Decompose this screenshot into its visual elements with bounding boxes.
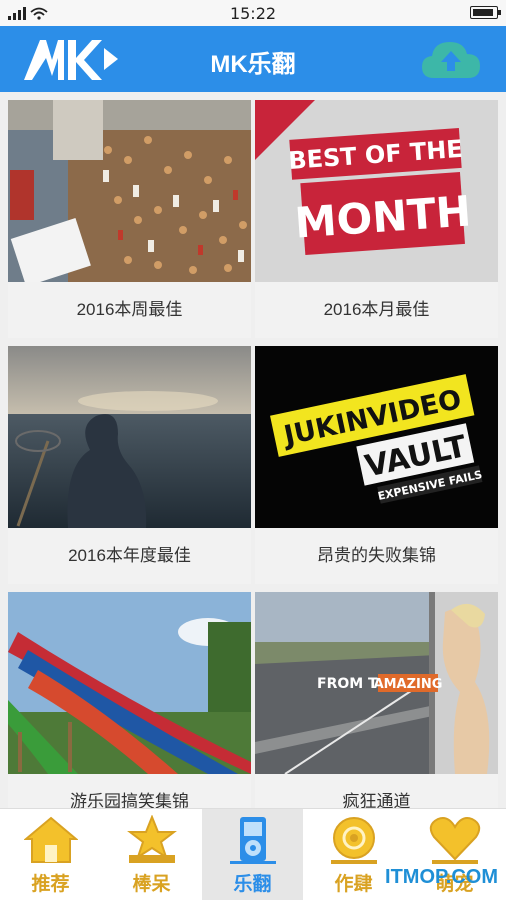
cloud-upload-icon[interactable] bbox=[420, 38, 482, 80]
thumb-text-line2: AMAZING bbox=[374, 677, 443, 692]
tab-recommend[interactable]: 推荐 bbox=[0, 809, 101, 900]
video-title: 2016本月最佳 bbox=[255, 282, 498, 338]
status-time: 15:22 bbox=[229, 4, 277, 23]
status-bar: 15:22 bbox=[0, 0, 506, 26]
video-title: 2016本周最佳 bbox=[8, 282, 251, 338]
video-title: 2016本年度最佳 bbox=[8, 528, 251, 584]
video-card[interactable]: JUKINVIDEO VAULT EXPENSIVE FAILS 昂贵的失败集锦 bbox=[255, 346, 498, 584]
crowd-street-thumbnail bbox=[8, 100, 251, 282]
app-header: MK乐翻 bbox=[0, 26, 506, 92]
video-title: 疯狂通道 bbox=[255, 774, 498, 808]
race-track-thumbnail: FROM THE AMAZING bbox=[255, 592, 498, 774]
home-icon bbox=[24, 816, 78, 863]
jukinvideo-vault-thumbnail: JUKINVIDEO VAULT EXPENSIVE FAILS bbox=[255, 346, 498, 528]
video-card[interactable]: 游乐园搞笑集锦 bbox=[8, 592, 251, 808]
star-icon bbox=[127, 815, 177, 863]
media-player-icon bbox=[230, 817, 276, 864]
man-at-sea-thumbnail bbox=[8, 346, 251, 528]
disc-icon bbox=[331, 817, 377, 864]
best-of-the-month-thumbnail: BEST OF THE MONTH bbox=[255, 100, 498, 282]
video-grid: 2016本周最佳 BEST OF THE MONTH 2016本月最佳 2016… bbox=[0, 92, 506, 808]
heart-icon bbox=[429, 817, 481, 864]
tab-lefan[interactable]: 乐翻 bbox=[202, 809, 303, 900]
watermark-text: ITMOP.COM bbox=[385, 866, 498, 888]
video-card[interactable]: BEST OF THE MONTH 2016本月最佳 bbox=[255, 100, 498, 338]
tab-label: 推荐 bbox=[31, 874, 70, 895]
battery-icon bbox=[470, 6, 501, 19]
tab-awesome[interactable]: 棒呆 bbox=[101, 809, 202, 900]
tab-label: 棒呆 bbox=[132, 874, 171, 895]
video-title: 昂贵的失败集锦 bbox=[255, 528, 498, 584]
video-title: 游乐园搞笑集锦 bbox=[8, 774, 251, 808]
waterpark-slides-thumbnail bbox=[8, 592, 251, 774]
video-card[interactable]: FROM THE AMAZING 疯狂通道 bbox=[255, 592, 498, 808]
video-card[interactable]: 2016本年度最佳 bbox=[8, 346, 251, 584]
video-card[interactable]: 2016本周最佳 bbox=[8, 100, 251, 338]
tab-label: 乐翻 bbox=[233, 874, 272, 895]
